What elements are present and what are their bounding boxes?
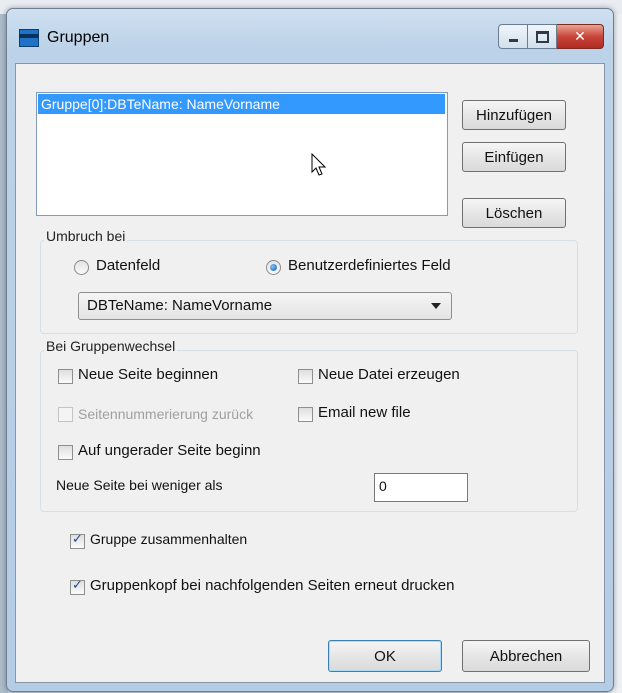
new-page-if-less-label: Neue Seite bei weniger als <box>56 477 223 493</box>
delete-button[interactable]: Löschen <box>462 198 566 228</box>
app-window-icon <box>19 29 39 47</box>
close-button[interactable]: ✕ <box>557 24 604 49</box>
minimize-button[interactable] <box>498 24 528 49</box>
reset-numbering-checkbox[interactable] <box>58 407 73 422</box>
reprint-header-checkbox[interactable] <box>70 578 85 595</box>
radio-datafield[interactable] <box>74 260 89 275</box>
maximize-icon <box>535 30 549 43</box>
new-page-label[interactable]: Neue Seite beginnen <box>78 366 218 383</box>
add-button[interactable]: Hinzufügen <box>462 100 566 130</box>
email-new-file-checkbox[interactable] <box>298 407 313 422</box>
window-title: Gruppen <box>47 29 110 46</box>
insert-button[interactable]: Einfügen <box>462 142 566 172</box>
new-page-if-less-value: 0 <box>379 478 387 494</box>
gruppen-dialog: Gruppen ✕ Gruppe[0]:DBTeName: NameVornam… <box>6 8 614 692</box>
radio-custom-field-label[interactable]: Benutzerdefiniertes Feld <box>288 257 451 274</box>
new-file-checkbox[interactable] <box>298 369 313 384</box>
email-new-file-label[interactable]: Email new file <box>318 404 411 421</box>
mouse-cursor-icon <box>311 153 327 176</box>
ok-button[interactable]: OK <box>328 640 442 672</box>
radio-datafield-label[interactable]: Datenfeld <box>96 257 160 274</box>
combo-selected-value: DBTeName: NameVorname <box>87 297 273 314</box>
new-page-checkbox[interactable] <box>58 369 73 384</box>
group-listbox[interactable]: Gruppe[0]:DBTeName: NameVorname <box>36 92 448 216</box>
title-bar[interactable]: Gruppen ✕ <box>7 9 613 63</box>
minimize-icon <box>508 39 518 42</box>
reprint-header-label[interactable]: Gruppenkopf bei nachfolgenden Seiten ern… <box>90 577 454 594</box>
chevron-down-icon <box>431 303 441 309</box>
group-change-legend: Bei Gruppenwechsel <box>44 338 178 354</box>
list-item[interactable]: Gruppe[0]:DBTeName: NameVorname <box>38 94 445 114</box>
dialog-client-area: Gruppe[0]:DBTeName: NameVorname Hinzufüg… <box>15 63 605 683</box>
reset-numbering-label[interactable]: Seitennummerierung zurück <box>78 406 296 422</box>
new-file-label[interactable]: Neue Datei erzeugen <box>318 366 460 383</box>
keep-together-label[interactable]: Gruppe zusammenhalten <box>90 531 247 547</box>
keep-together-checkbox[interactable] <box>70 532 85 549</box>
maximize-button[interactable] <box>528 24 557 49</box>
odd-page-label[interactable]: Auf ungerader Seite beginn <box>78 442 261 459</box>
close-icon: ✕ <box>574 28 586 44</box>
odd-page-checkbox[interactable] <box>58 445 73 460</box>
cancel-button[interactable]: Abbrechen <box>462 640 590 672</box>
new-page-if-less-input[interactable]: 0 <box>374 473 468 502</box>
caption-buttons: ✕ <box>498 24 604 49</box>
break-field-combobox[interactable]: DBTeName: NameVorname <box>78 292 452 320</box>
radio-custom-field[interactable] <box>266 260 281 275</box>
break-group-legend: Umbruch bei <box>44 228 128 244</box>
